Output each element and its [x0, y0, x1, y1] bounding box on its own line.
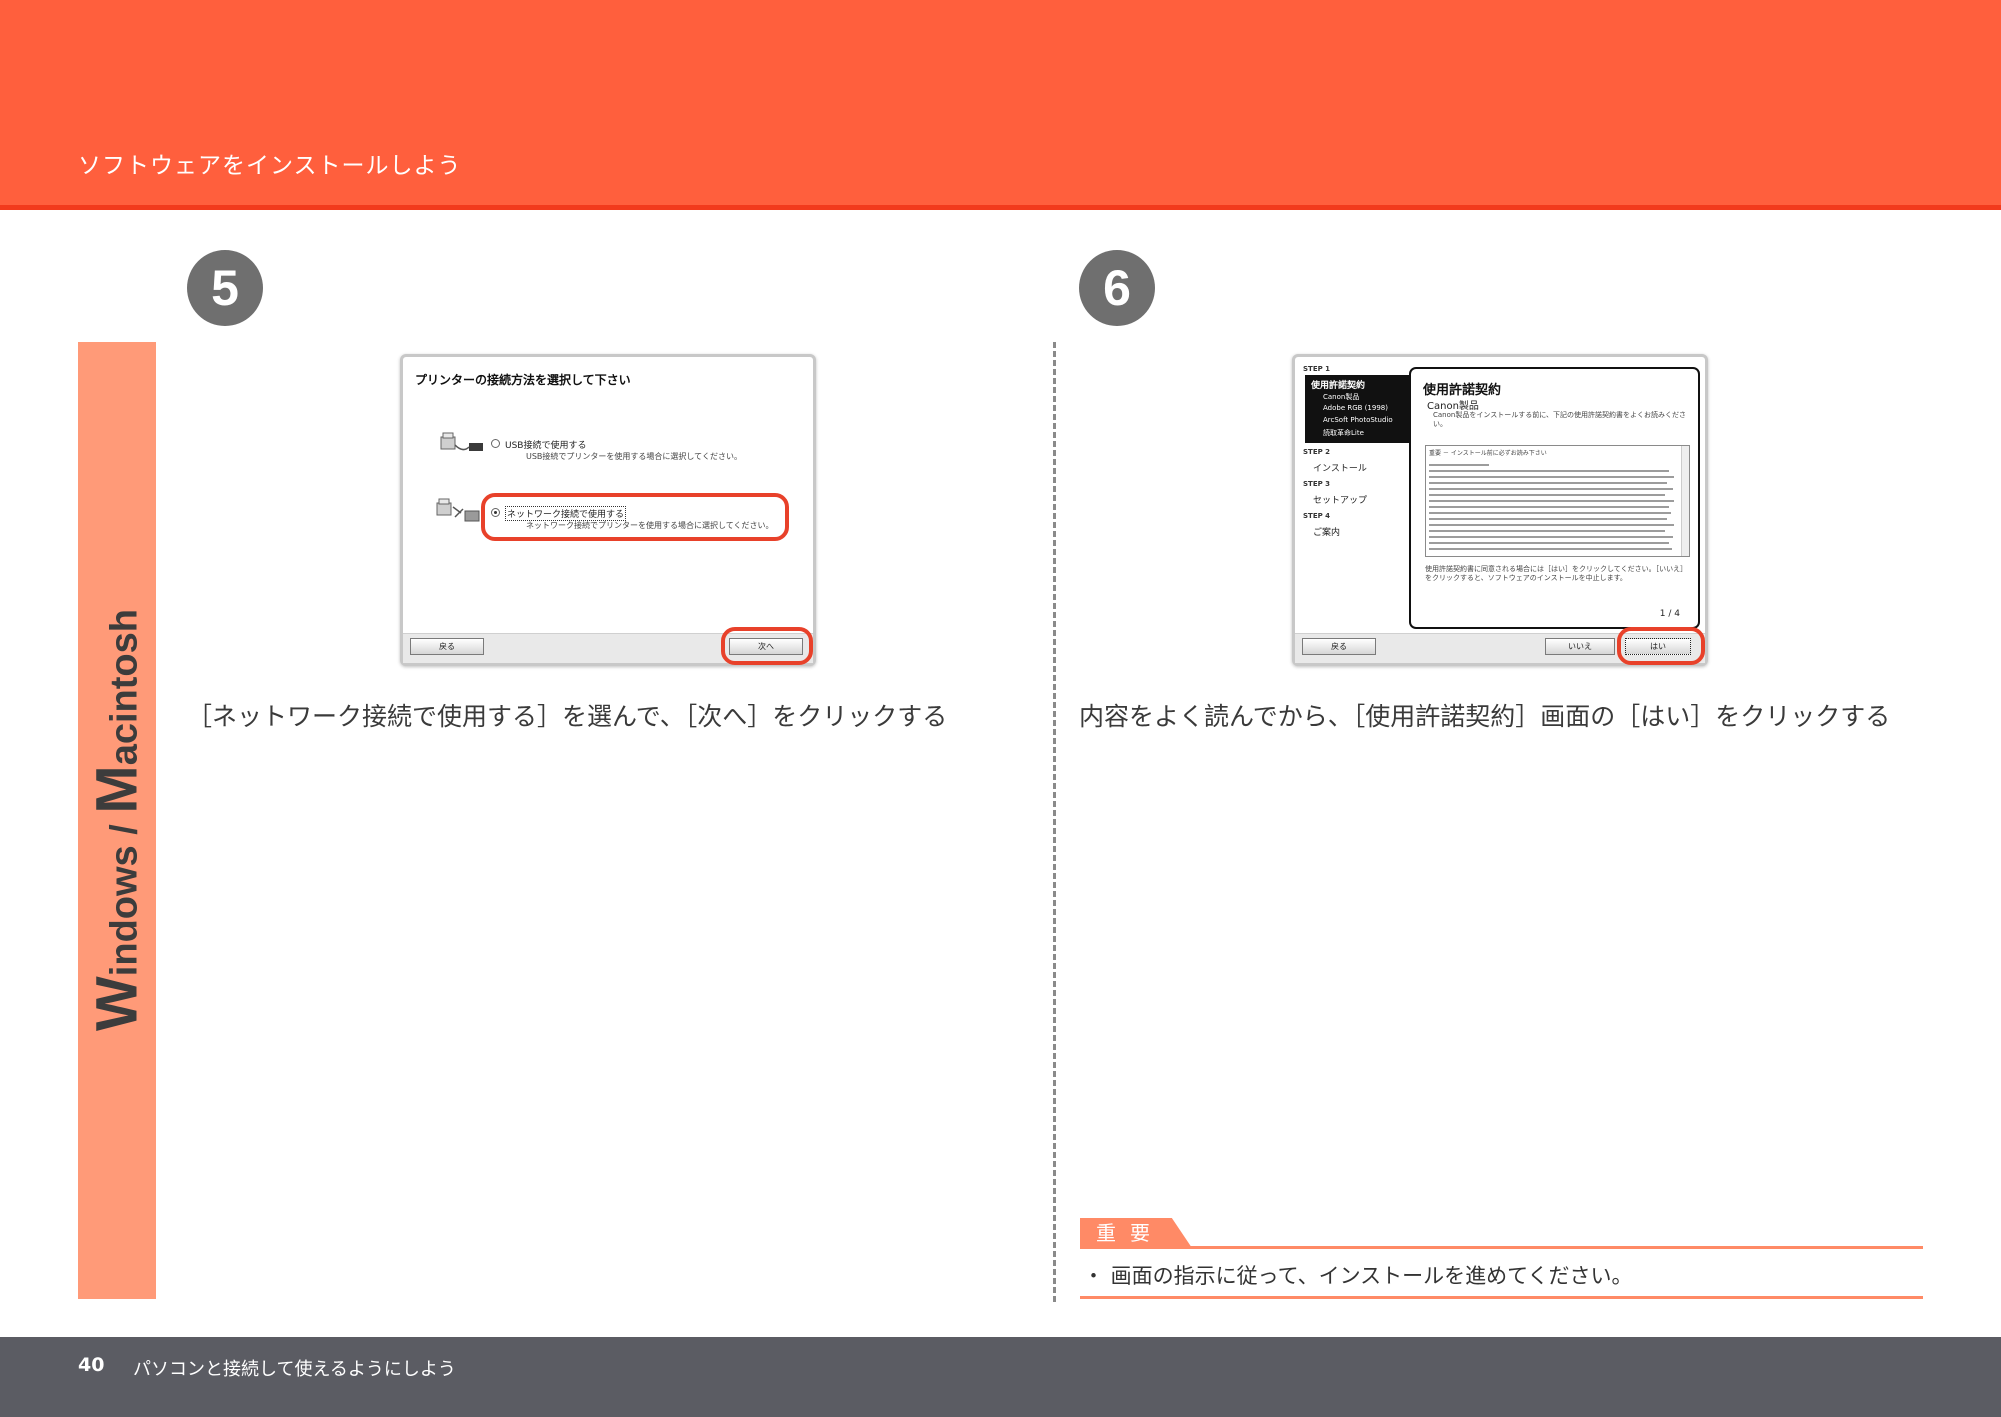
- license-text-line: [1429, 506, 1669, 508]
- license-text-line: [1429, 530, 1665, 532]
- next-button-highlight: [721, 627, 813, 665]
- license-text-line: [1429, 524, 1674, 526]
- step-5-caption: ［ネットワーク接続で使用する］を選んで、［次へ］をクリックする: [187, 702, 948, 731]
- license-subtitle: Canon製品: [1427, 401, 1479, 412]
- dialog-title: プリンターの接続方法を選択して下さい: [415, 373, 631, 387]
- license-text-line: [1429, 488, 1673, 490]
- page-indicator: 1 / 4: [1659, 609, 1680, 619]
- section-title: ソフトウェアをインストールしよう: [78, 153, 462, 179]
- step-6-caption: 内容をよく読んでから、［使用許諾契約］画面の［はい］をクリックする: [1079, 702, 1891, 731]
- step-2-heading: STEP 2: [1303, 448, 1331, 456]
- license-text-line: [1429, 542, 1669, 544]
- license-text-line: [1429, 482, 1667, 484]
- step-5-badge: 5: [187, 250, 263, 326]
- os-side-label: Windows / Macintosh: [84, 609, 150, 1031]
- usb-option-desc: USB接続でプリンターを使用する場合に選択してください。: [526, 452, 742, 461]
- usb-option-label: USB接続で使用する: [505, 441, 587, 451]
- license-question: 使用許諾契約書に同意される場合には［はい］をクリックしてください。［いいえ］をク…: [1425, 565, 1688, 582]
- license-text-line: [1429, 512, 1671, 514]
- important-tab: 重要: [1080, 1218, 1192, 1248]
- step-1-sub-2: Adobe RGB (1998): [1323, 404, 1388, 412]
- license-text-line: [1429, 536, 1673, 538]
- step-6-screenshot: STEP 1 使用許諾契約 Canon製品 Adobe RGB (1998) A…: [1292, 354, 1708, 666]
- step-3-heading: STEP 3: [1303, 480, 1331, 488]
- page-number: 40: [78, 1354, 105, 1376]
- step-1-heading: STEP 1: [1303, 365, 1331, 373]
- license-title: 使用許諾契約: [1423, 383, 1502, 398]
- chapter-title: パソコンと接続して使えるようにしよう: [133, 1359, 456, 1380]
- back-button[interactable]: 戻る: [1302, 638, 1376, 655]
- license-text-line: [1429, 500, 1674, 502]
- step-4-item: ご案内: [1313, 528, 1341, 538]
- step-1-sub-4: 読取革命Lite: [1323, 429, 1364, 437]
- license-text-line: [1429, 548, 1672, 550]
- step-1-item: 使用許諾契約: [1311, 381, 1366, 391]
- step-3-item: セットアップ: [1313, 496, 1368, 506]
- license-text-line: [1429, 470, 1669, 472]
- usb-printer-icon: [440, 432, 483, 451]
- step-1-sub-1: Canon製品: [1323, 393, 1360, 401]
- step-4-heading: STEP 4: [1303, 512, 1331, 520]
- license-text-line: [1429, 476, 1674, 478]
- network-printer-icon: [436, 498, 480, 522]
- license-panel: 使用許諾契約 Canon製品 Canon製品をインストールする前に、下記の使用許…: [1409, 367, 1700, 629]
- license-text-heading: 重要 － インストール前に必ずお読み下さい: [1429, 450, 1547, 457]
- license-textarea[interactable]: 重要 － インストール前に必ずお読み下さい: [1425, 445, 1690, 557]
- license-text-line: [1429, 464, 1489, 466]
- usb-radio[interactable]: [491, 439, 500, 448]
- column-divider: [1053, 342, 1056, 1302]
- step-6-badge: 6: [1079, 250, 1155, 326]
- no-button[interactable]: いいえ: [1545, 638, 1615, 655]
- yes-button-highlight: [1617, 627, 1705, 665]
- step-1-sub-3: ArcSoft PhotoStudio: [1323, 416, 1393, 424]
- network-option-highlight: [481, 493, 789, 541]
- license-text-line: [1429, 494, 1665, 496]
- important-top-rule: [1080, 1246, 1923, 1249]
- license-scrollbar[interactable]: [1681, 446, 1689, 556]
- important-text: ・ 画面の指示に従って、インストールを進めてください。: [1083, 1264, 1633, 1288]
- back-button[interactable]: 戻る: [410, 638, 484, 655]
- header-stripe: [0, 205, 2001, 210]
- step-2-item: インストール: [1313, 464, 1367, 474]
- license-intro: Canon製品をインストールする前に、下記の使用許諾契約書をよくお読みください。: [1433, 411, 1686, 428]
- step-5-screenshot: プリンターの接続方法を選択して下さい USB接続で使用する USB接続でプリンタ…: [400, 354, 816, 666]
- license-text-line: [1429, 518, 1667, 520]
- important-bottom-rule: [1080, 1296, 1923, 1299]
